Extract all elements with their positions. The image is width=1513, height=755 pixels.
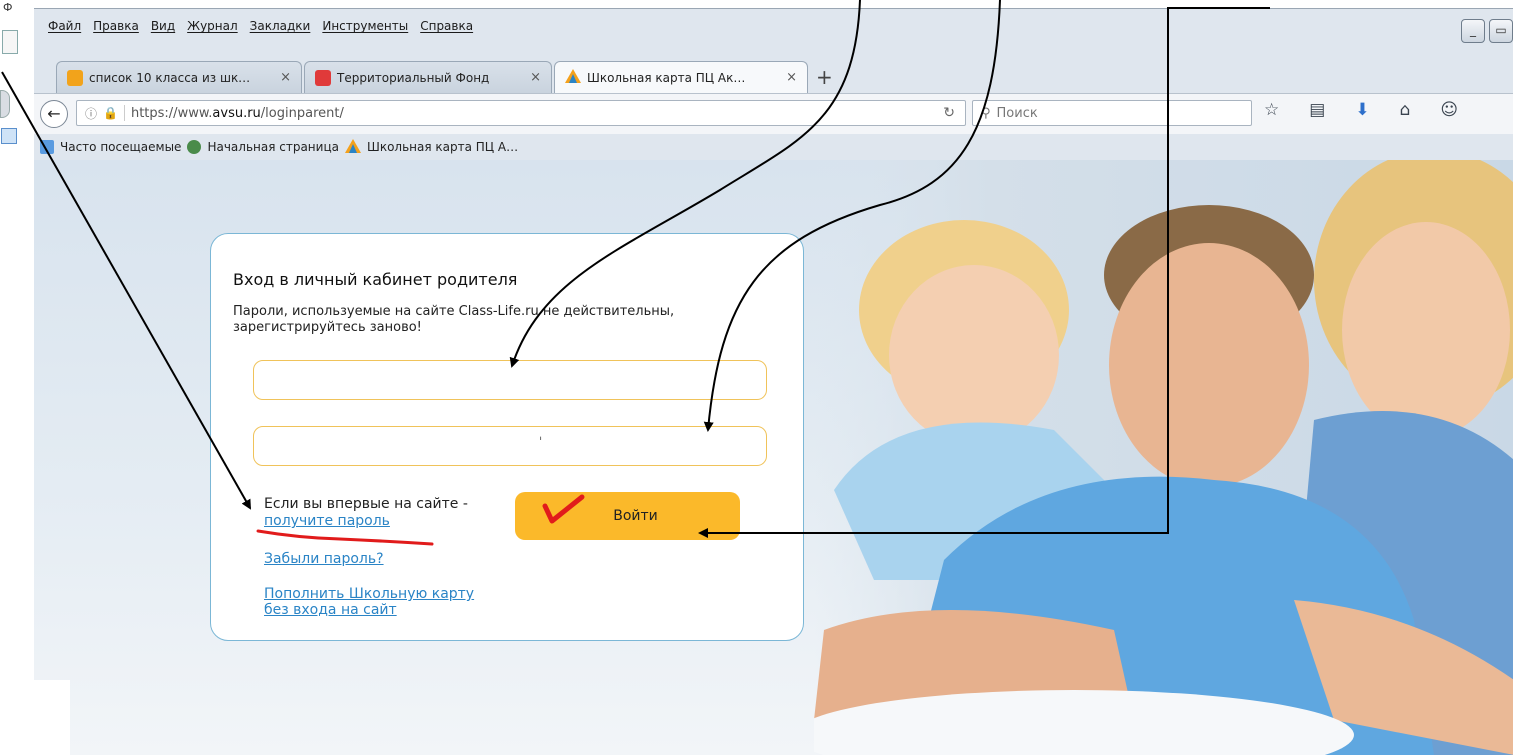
menu-history[interactable]: Журнал [187, 19, 238, 33]
page-content: Вход в личный кабинет родителя Пароли, и… [34, 160, 1513, 755]
search-icon: ⚲ [981, 105, 991, 121]
login-title: Вход в личный кабинет родителя [233, 270, 518, 289]
password-field[interactable]: ˈ [253, 426, 767, 466]
globe-icon [187, 140, 202, 154]
search-input[interactable]: ⚲ Поиск [972, 100, 1252, 126]
menu-file[interactable]: Файл [48, 19, 81, 33]
star-icon[interactable]: ☆ [1264, 100, 1279, 120]
download-icon[interactable]: ⬇ [1355, 100, 1369, 120]
new-tab-button[interactable]: + [816, 65, 833, 89]
tab-title: список 10 класса из шк… [89, 70, 251, 85]
bookmarks-bar: Часто посещаемые Начальная страница Школ… [34, 133, 1513, 161]
family-photo [814, 160, 1513, 755]
maximize-button[interactable]: ▭ [1489, 19, 1513, 43]
tab-close-icon[interactable]: × [280, 70, 291, 85]
background-window-icon [1, 128, 17, 144]
menu-help[interactable]: Справка [420, 19, 473, 33]
reading-list-icon[interactable]: ▤ [1309, 100, 1325, 120]
tab-title: Школьная карта ПЦ Ак… [587, 70, 746, 85]
url-host: avsu.ru [212, 105, 261, 121]
tab-bar: список 10 класса из шк… × Территориальны… [34, 49, 1513, 93]
bookmark-most-visited[interactable]: Часто посещаемые [60, 140, 181, 154]
menu-edit[interactable]: Правка [93, 19, 139, 33]
forgot-password-link[interactable]: Забыли пароль? [264, 551, 384, 567]
menu-view[interactable]: Вид [151, 19, 175, 33]
url-prefix: https://www. [130, 105, 213, 121]
navigation-bar: ← ⓘ 🔒 https://www. avsu.ru/loginparent/ ↻… [34, 93, 1513, 134]
window-controls: _ ▭ [1461, 19, 1513, 43]
info-icon[interactable]: ⓘ [85, 105, 97, 122]
menu-tools[interactable]: Инструменты [322, 19, 408, 33]
address-bar[interactable]: ⓘ 🔒 https://www. avsu.ru/loginparent/ ↻ [76, 100, 966, 126]
password-cursor: ˈ [539, 435, 543, 449]
triangle-logo-icon [565, 69, 581, 86]
most-visited-icon [40, 140, 54, 154]
url-path: /loginparent/ [260, 105, 344, 121]
login-note: Пароли, используемые на сайте Class-Life… [233, 304, 675, 335]
tab-school-card[interactable]: Школьная карта ПЦ Ак… × [554, 61, 808, 93]
triangle-logo-icon [344, 138, 361, 156]
background-back-button[interactable] [0, 90, 10, 118]
home-icon[interactable]: ⌂ [1400, 100, 1411, 120]
menu-bar: Файл Правка Вид Журнал Закладки Инструме… [34, 9, 1513, 43]
topup-card-link[interactable]: Пополнить Школьную карту без входа на са… [264, 586, 494, 618]
bookmark-school-card[interactable]: Школьная карта ПЦ А… [367, 140, 518, 154]
login-card: Вход в личный кабинет родителя Пароли, и… [210, 233, 804, 641]
search-placeholder: Поиск [996, 105, 1038, 121]
login-button[interactable]: Войти [515, 492, 740, 540]
page-white-block [34, 680, 70, 755]
tab-close-icon[interactable]: × [786, 70, 797, 85]
address-divider [123, 105, 125, 121]
back-button[interactable]: ← [40, 100, 68, 128]
browser-window: Файл Правка Вид Журнал Закладки Инструме… [34, 8, 1513, 161]
background-window-field [2, 30, 18, 54]
minimize-button[interactable]: _ [1461, 19, 1485, 43]
bookmark-home-page[interactable]: Начальная страница [207, 140, 339, 154]
mail-icon [67, 69, 83, 86]
first-time-text: Если вы впервые на сайте - [264, 496, 468, 512]
reload-icon[interactable]: ↻ [943, 105, 955, 121]
menu-bookmarks[interactable]: Закладки [250, 19, 311, 33]
tab-close-icon[interactable]: × [530, 70, 541, 85]
login-button-label: Войти [613, 508, 658, 524]
fund-icon [315, 69, 331, 86]
arrow-left-icon: ← [47, 104, 61, 123]
tab-class-list[interactable]: список 10 класса из шк… × [56, 61, 302, 93]
chat-icon[interactable]: ☺ [1440, 100, 1458, 120]
tab-territorial-fund[interactable]: Территориальный Фонд × [304, 61, 552, 93]
toolbar-icons: ☆ ▤ ⬇ ⌂ ☺ [1264, 100, 1458, 120]
tab-title: Территориальный Фонд [337, 70, 490, 85]
lock-icon: 🔒 [103, 106, 118, 120]
background-window-letter: Ф [3, 1, 13, 14]
login-field[interactable] [253, 360, 767, 400]
get-password-link[interactable]: получите пароль [264, 513, 390, 529]
